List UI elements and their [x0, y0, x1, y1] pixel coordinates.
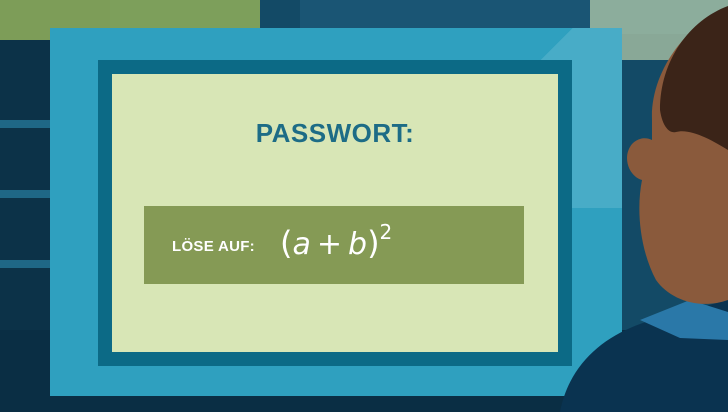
- illustration-scene: PASSWORT: LÖSE AUF: (a + b)2: [0, 0, 728, 412]
- monitor-screen: PASSWORT: LÖSE AUF: (a + b)2: [112, 74, 558, 352]
- formula-variable-b: b: [348, 227, 368, 262]
- formula-variable-a: a: [292, 227, 311, 262]
- task-label: LÖSE AUF:: [172, 238, 255, 255]
- formula-close-paren: ): [367, 224, 380, 262]
- math-formula: (a + b)2: [280, 220, 392, 262]
- password-title: PASSWORT:: [255, 118, 415, 148]
- formula-exponent: 2: [379, 220, 393, 244]
- formula-open-paren: (: [280, 224, 293, 262]
- password-task-box[interactable]: LÖSE AUF: (a + b)2: [144, 206, 524, 284]
- formula-plus-operator: +: [316, 227, 343, 262]
